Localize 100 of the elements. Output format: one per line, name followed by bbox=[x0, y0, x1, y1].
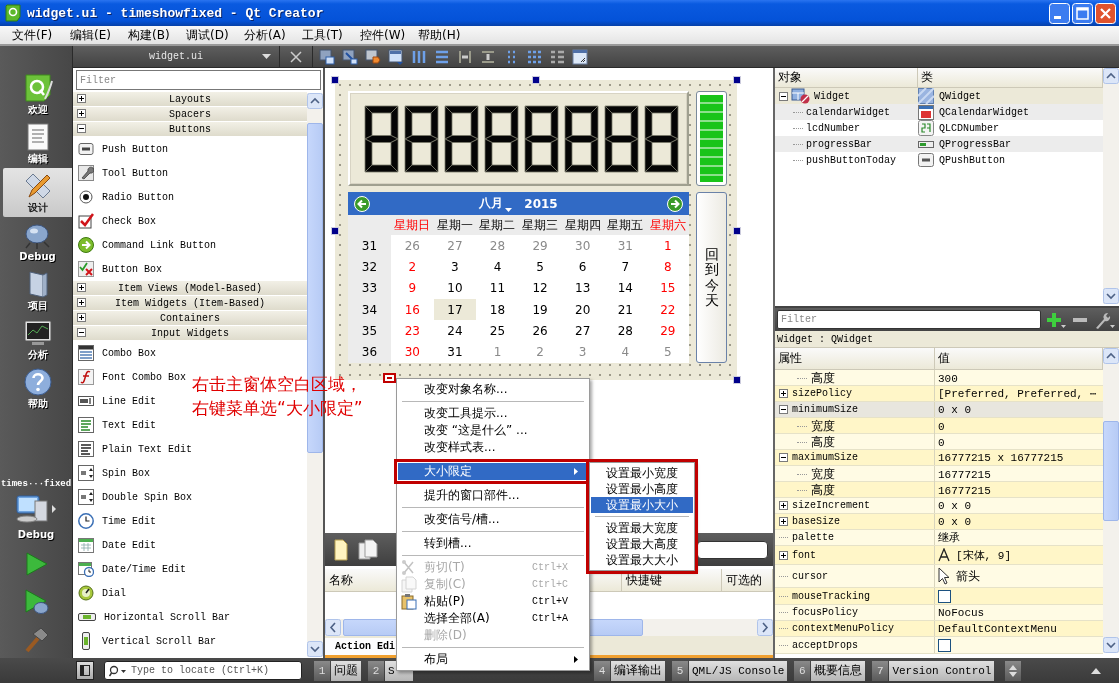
selection-handle[interactable] bbox=[733, 227, 741, 235]
tree-row[interactable]: calendarWidget QCalendarWidget bbox=[775, 104, 1103, 120]
caret-icon[interactable] bbox=[505, 208, 513, 212]
property-row[interactable]: maximumSize 16777215 x 16777215 bbox=[775, 450, 1103, 466]
filter-field[interactable]: Filter bbox=[777, 310, 1041, 329]
grid-icon[interactable] bbox=[526, 48, 542, 65]
output-pane-button[interactable]: 概要信息 bbox=[811, 660, 866, 681]
year-selector[interactable]: 2015 bbox=[524, 196, 558, 211]
new-document-icon[interactable] bbox=[333, 538, 349, 561]
mode-button[interactable]: 项目 bbox=[3, 266, 72, 315]
calendar-day[interactable]: 4 bbox=[476, 256, 519, 278]
output-pane-button[interactable]: QML/JS Console bbox=[689, 660, 788, 681]
wrench-icon[interactable] bbox=[1093, 310, 1115, 329]
calendar-day[interactable]: 16 bbox=[391, 298, 434, 321]
mode-button[interactable]: 帮助 bbox=[3, 364, 72, 413]
property-row[interactable]: 宽度 0 bbox=[775, 418, 1103, 434]
menu-item[interactable]: 设置最大大小 bbox=[591, 552, 693, 568]
calendar-day[interactable]: 3 bbox=[561, 341, 604, 363]
calendar-day[interactable]: 2 bbox=[518, 341, 562, 363]
mode-button[interactable]: 欢迎 bbox=[3, 70, 72, 119]
close-button[interactable] bbox=[1095, 2, 1116, 24]
scroll-up-button[interactable] bbox=[307, 93, 323, 109]
widget-item[interactable]: Combo Box bbox=[78, 341, 156, 365]
column-header[interactable]: 属性 bbox=[775, 348, 935, 369]
mode-button[interactable]: 分析 bbox=[3, 315, 72, 364]
expand-panel-icon[interactable] bbox=[1091, 667, 1101, 674]
menu-item[interactable]: 调试(D) bbox=[180, 26, 238, 44]
widget-item[interactable]: Font Combo Box bbox=[78, 365, 186, 389]
menu-item[interactable]: 帮助(H) bbox=[412, 26, 470, 44]
widget-item[interactable]: Check Box bbox=[78, 209, 156, 233]
widget-item[interactable]: Double Spin Box bbox=[78, 485, 192, 509]
output-pane-button[interactable]: Version Control bbox=[889, 660, 995, 681]
expand-icon[interactable] bbox=[77, 298, 86, 307]
expand-icon[interactable] bbox=[77, 313, 86, 322]
scrollbar-thumb[interactable] bbox=[1103, 421, 1119, 521]
property-row[interactable]: focusPolicy NoFocus bbox=[775, 605, 1103, 621]
output-pane-button[interactable]: 编译输出 bbox=[611, 660, 665, 681]
calendar-day[interactable]: 28 bbox=[603, 320, 647, 342]
search-field[interactable] bbox=[697, 540, 768, 559]
scroll-down-button[interactable] bbox=[307, 641, 323, 657]
calendar-day[interactable]: 18 bbox=[476, 298, 519, 321]
sidebar-toggle-button[interactable] bbox=[76, 661, 94, 680]
window-arrow-icon[interactable] bbox=[342, 48, 358, 65]
scroll-right-button[interactable] bbox=[757, 619, 773, 636]
selection-handle[interactable] bbox=[331, 227, 339, 235]
calendar-day[interactable]: 13 bbox=[561, 277, 604, 299]
category-header[interactable]: Item Widgets (Item-Based) bbox=[73, 296, 307, 311]
category-header[interactable]: Spacers bbox=[73, 107, 307, 122]
search-icon[interactable] bbox=[109, 664, 127, 677]
calendar-day[interactable]: 7 bbox=[603, 256, 647, 278]
maximize-button[interactable] bbox=[1072, 2, 1093, 24]
collapse-icon[interactable] bbox=[779, 453, 788, 462]
column-header[interactable]: 可选的 bbox=[722, 569, 773, 591]
category-header[interactable]: Item Views (Model-Based) bbox=[73, 281, 307, 296]
locator-field[interactable]: Type to locate (Ctrl+K) bbox=[104, 661, 302, 680]
calendar-day[interactable]: 30 bbox=[561, 235, 604, 257]
widget-item[interactable]: Line Edit bbox=[78, 389, 156, 413]
property-row[interactable]: 高度 300 bbox=[775, 370, 1103, 386]
calendar-day[interactable]: 9 bbox=[391, 277, 434, 299]
property-row[interactable]: sizeIncrement 0 x 0 bbox=[775, 498, 1103, 514]
expand-icon[interactable] bbox=[779, 389, 788, 398]
expand-icon[interactable] bbox=[779, 517, 788, 526]
widget-item[interactable]: Spin Box bbox=[78, 461, 150, 485]
calendar-day[interactable]: 29 bbox=[518, 235, 562, 257]
property-row[interactable]: contextMenuPolicy DefaultContextMenu bbox=[775, 621, 1103, 637]
caret-icon[interactable] bbox=[51, 505, 57, 513]
scroll-down-button[interactable] bbox=[1103, 288, 1119, 304]
menu-item[interactable]: 转到槽... bbox=[398, 535, 588, 552]
property-row[interactable]: 高度 0 bbox=[775, 434, 1103, 450]
window-cursor-icon[interactable] bbox=[319, 48, 335, 65]
calendar-day[interactable]: 31 bbox=[433, 341, 477, 363]
menu-item[interactable]: 改变工具提示... bbox=[398, 405, 588, 422]
category-header[interactable]: Layouts bbox=[73, 92, 307, 107]
collapse-icon[interactable] bbox=[779, 405, 788, 414]
calendar-day[interactable]: 30 bbox=[391, 341, 434, 363]
widget-item[interactable]: Plain Text Edit bbox=[78, 437, 192, 461]
collapse-icon[interactable] bbox=[77, 328, 86, 337]
copy-documents-icon[interactable] bbox=[357, 538, 379, 561]
category-header[interactable]: Containers bbox=[73, 311, 307, 326]
calendar-day[interactable]: 29 bbox=[646, 320, 690, 342]
menu-item[interactable]: 改变样式表... bbox=[398, 439, 588, 456]
collapse-icon[interactable] bbox=[779, 91, 788, 101]
menu-item[interactable]: 改变 “这是什么” ... bbox=[398, 422, 588, 439]
menu-item[interactable]: 编辑(E) bbox=[64, 26, 122, 44]
bracket-columns-icon[interactable] bbox=[457, 48, 473, 65]
tree-row[interactable]: progressBar QProgressBar bbox=[775, 136, 1103, 152]
expand-icon[interactable] bbox=[77, 94, 86, 103]
toggle-panes-button[interactable] bbox=[1005, 660, 1022, 681]
menu-item[interactable]: 设置最小大小 bbox=[591, 497, 693, 513]
calendar-day[interactable]: 31 bbox=[603, 235, 647, 257]
property-row[interactable]: mouseTracking bbox=[775, 588, 1103, 605]
previous-month-button[interactable] bbox=[354, 195, 370, 212]
month-selector[interactable]: 八月 bbox=[479, 195, 513, 212]
property-row[interactable]: sizePolicy [Preferred, Preferred, ⋯ bbox=[775, 386, 1103, 402]
widget-item[interactable]: Button Box bbox=[78, 257, 162, 281]
selection-handle[interactable] bbox=[331, 76, 339, 84]
today-button[interactable]: 回到今天 bbox=[696, 192, 727, 363]
calendar-day[interactable]: 3 bbox=[433, 256, 477, 278]
tree-row[interactable]: Widget QWidget bbox=[775, 88, 1103, 104]
menu-item[interactable]: 选择全部(A) Ctrl+A bbox=[398, 610, 588, 627]
